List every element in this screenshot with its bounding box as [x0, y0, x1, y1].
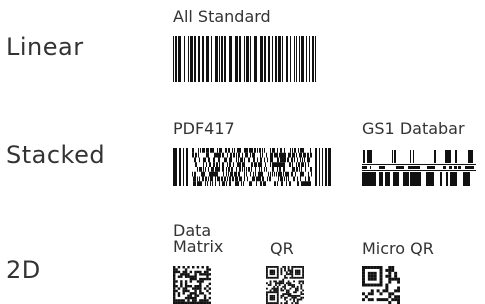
label-all-standard: All Standard	[173, 7, 271, 26]
label-qr: QR	[270, 239, 294, 258]
category-linear: Linear	[6, 33, 84, 61]
label-micro-qr: Micro QR	[362, 239, 434, 258]
label-gs1-databar: GS1 Databar	[362, 119, 465, 138]
label-pdf417: PDF417	[173, 119, 235, 138]
qr-code-icon	[266, 266, 304, 304]
category-2d: 2D	[6, 256, 41, 284]
micro-qr-code-icon	[362, 266, 400, 304]
data-matrix-code-icon	[173, 266, 211, 304]
pdf417-barcode-icon	[173, 148, 331, 186]
gs1-databar-barcode-icon	[362, 150, 476, 186]
label-data-matrix: Data Matrix	[173, 221, 224, 256]
linear-barcode-icon	[173, 36, 316, 82]
category-stacked: Stacked	[6, 141, 106, 169]
